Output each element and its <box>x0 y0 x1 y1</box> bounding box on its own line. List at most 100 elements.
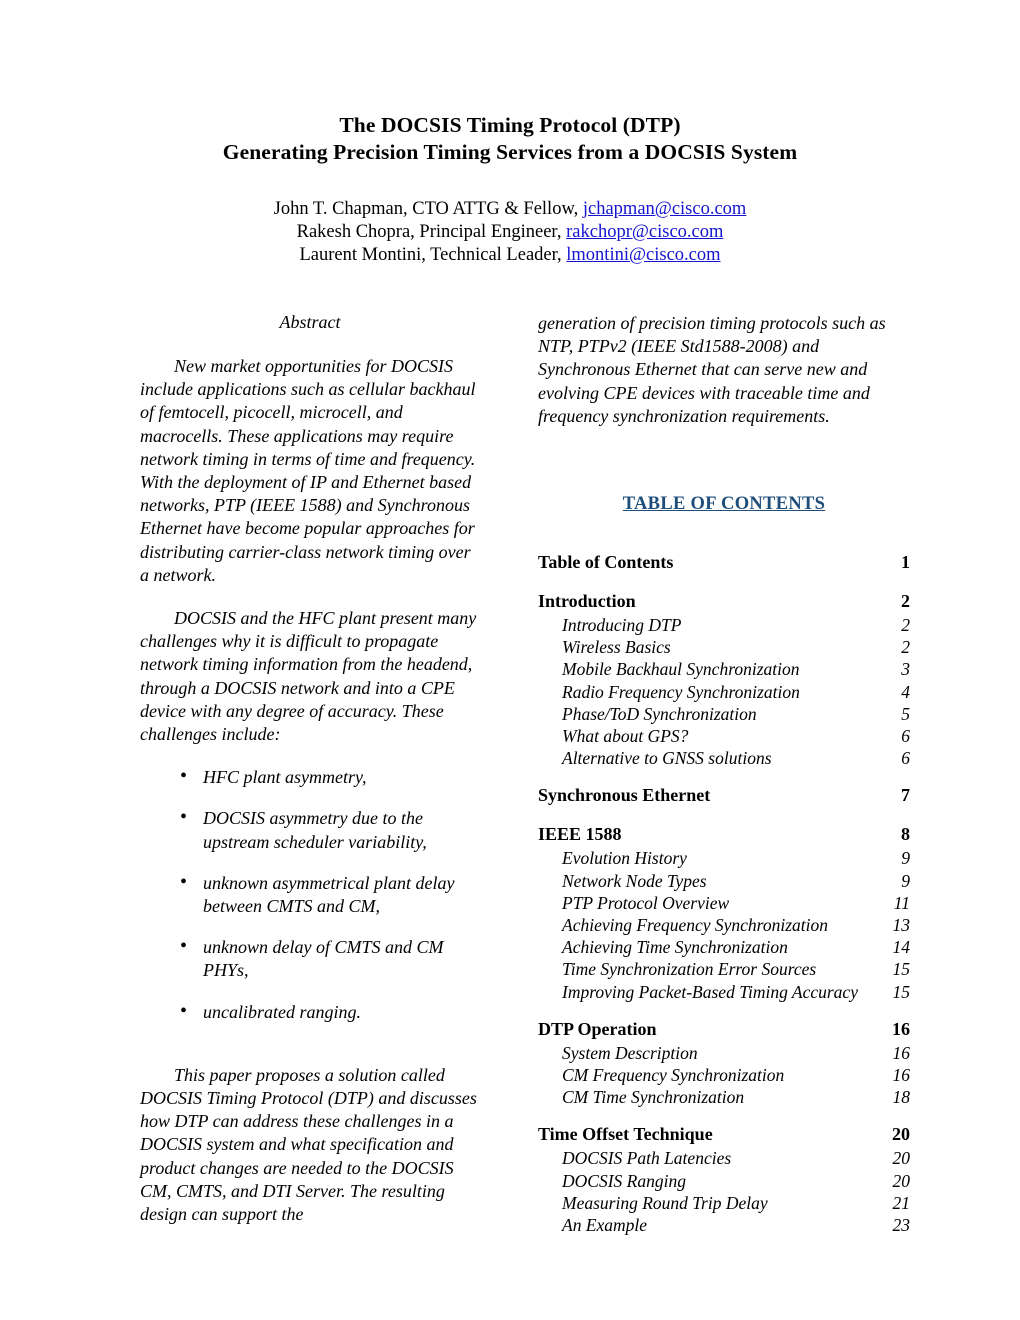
toc-entry-label: What about GPS? <box>562 726 689 747</box>
list-item: • uncalibrated ranging. <box>140 1000 480 1024</box>
toc-entry-level-2[interactable]: Network Node Types 9 <box>538 870 910 892</box>
toc-entry-level-2[interactable]: Time Synchronization Error Sources 15 <box>538 958 910 980</box>
toc-entry-level-1[interactable]: Table of Contents 1 <box>538 549 910 575</box>
toc-entry-level-2[interactable]: Measuring Round Trip Delay 21 <box>538 1192 910 1214</box>
abstract-paragraph-1: New market opportunities for DOCSIS incl… <box>140 356 476 585</box>
toc-entry-level-2[interactable]: What about GPS? 6 <box>538 725 910 747</box>
toc-entry-level-2[interactable]: Improving Packet-Based Timing Accuracy 1… <box>538 981 910 1003</box>
toc-entry-label: Network Node Types <box>562 870 707 891</box>
toc-entry-level-2[interactable]: Phase/ToD Synchronization 5 <box>538 703 910 725</box>
toc-entry-label: Synchronous Ethernet <box>538 785 711 806</box>
toc-entry-page: 9 <box>901 870 910 891</box>
toc-entry-level-2[interactable]: Achieving Time Synchronization 14 <box>538 936 910 958</box>
toc-entry-level-1[interactable]: Introduction 2 <box>538 588 910 614</box>
toc-entry-level-2[interactable]: System Description 16 <box>538 1042 910 1064</box>
toc-entry-page: 4 <box>901 681 910 702</box>
toc-entry-label: Introducing DTP <box>562 615 682 636</box>
toc-entry-label: PTP Protocol Overview <box>562 892 730 913</box>
toc-entry-level-2[interactable]: Wireless Basics 2 <box>538 636 910 658</box>
toc-entry-label: Measuring Round Trip Delay <box>562 1192 768 1213</box>
bullet-icon: • <box>180 935 188 958</box>
toc-entry-label: Achieving Time Synchronization <box>562 937 788 958</box>
toc-entry-page: 2 <box>901 591 910 612</box>
title-line-2: Generating Precision Timing Services fro… <box>222 140 798 164</box>
list-item-label: unknown asymmetrical plant delay between… <box>203 872 455 917</box>
author-email-link[interactable]: jchapman@cisco.com <box>583 199 746 219</box>
toc-entry-label: System Description <box>562 1042 698 1063</box>
toc-entry-level-2[interactable]: CM Time Synchronization 18 <box>538 1086 910 1108</box>
toc-entry-page: 16 <box>892 1065 911 1086</box>
toc-entry-label: An Example <box>562 1215 648 1236</box>
toc-entry-level-2[interactable]: CM Frequency Synchronization 16 <box>538 1064 910 1086</box>
toc-entry-level-1[interactable]: DTP Operation 16 <box>538 1016 910 1042</box>
toc-entry-page: 14 <box>892 937 911 958</box>
toc-entry-label: Wireless Basics <box>562 637 671 658</box>
list-item: • unknown asymmetrical plant delay betwe… <box>140 870 480 918</box>
toc-entry-page: 20 <box>892 1148 911 1169</box>
author-email-link[interactable]: rakchopr@cisco.com <box>566 222 723 242</box>
toc-entry-label: Phase/ToD Synchronization <box>562 703 757 724</box>
toc-entry-level-2[interactable]: Mobile Backhaul Synchronization 3 <box>538 658 910 680</box>
toc-entry-label: DOCSIS Path Latencies <box>562 1148 732 1169</box>
toc-entry-page: 3 <box>901 659 910 680</box>
toc-entry-label: Achieving Frequency Synchronization <box>562 915 828 936</box>
author-email-link[interactable]: lmontini@cisco.com <box>566 245 720 265</box>
toc-entry-level-1[interactable]: Time Offset Technique 20 <box>538 1121 910 1147</box>
toc-entry-level-2[interactable]: DOCSIS Path Latencies 20 <box>538 1147 910 1169</box>
toc-entry-level-2[interactable]: DOCSIS Ranging 20 <box>538 1170 910 1192</box>
list-item: • DOCSIS asymmetry due to the upstream s… <box>140 806 480 853</box>
toc-entry-page: 20 <box>892 1124 910 1145</box>
toc-entry-level-2[interactable]: Achieving Frequency Synchronization 13 <box>538 914 910 936</box>
toc-entry-level-2[interactable]: Alternative to GNSS solutions 6 <box>538 747 910 769</box>
toc-entry-label: DTP Operation <box>538 1018 657 1039</box>
page-title: The DOCSIS Timing Protocol (DTP) Generat… <box>100 112 920 166</box>
toc-entry-level-2[interactable]: Evolution History 9 <box>538 847 910 869</box>
toc-entry-page: 21 <box>892 1192 911 1213</box>
toc-entry-level-2[interactable]: An Example 23 <box>538 1214 910 1236</box>
right-column: generation of precision timing protocols… <box>538 312 910 1236</box>
list-item-label: uncalibrated ranging. <box>203 1001 361 1022</box>
toc-entry-page: 2 <box>901 637 910 658</box>
toc-entry-label: Evolution History <box>562 848 687 869</box>
toc-entry-page: 8 <box>901 824 910 845</box>
toc-entry-label: CM Time Synchronization <box>562 1087 745 1108</box>
toc-entry-page: 16 <box>892 1018 910 1039</box>
toc-entry-page: 6 <box>901 748 910 769</box>
toc-entry-label: Time Synchronization Error Sources <box>562 959 817 980</box>
toc-entry-level-2[interactable]: PTP Protocol Overview 11 <box>538 892 910 914</box>
left-column: Abstract New market opportunities for DO… <box>140 312 480 1246</box>
bullet-icon: • <box>180 806 188 829</box>
table-of-contents-list: Table of Contents 1 Introduction 2 Intro… <box>538 549 910 1236</box>
toc-entry-page: 1 <box>901 552 910 573</box>
list-item-label: HFC plant asymmetry, <box>203 767 367 788</box>
toc-entry-page: 15 <box>892 959 911 980</box>
toc-entry-level-1[interactable]: Synchronous Ethernet 7 <box>538 782 910 808</box>
toc-entry-page: 6 <box>901 726 910 747</box>
toc-entry-level-2[interactable]: Radio Frequency Synchronization 4 <box>538 681 910 703</box>
author-name-role: Rakesh Chopra, Principal Engineer, <box>296 222 567 242</box>
title-line-1: The DOCSIS Timing Protocol (DTP) <box>339 113 681 137</box>
toc-entry-level-1[interactable]: IEEE 1588 8 <box>538 821 910 847</box>
toc-entry-page: 11 <box>893 892 910 913</box>
toc-entry-label: CM Frequency Synchronization <box>562 1065 785 1086</box>
author-entry: John T. Chapman, CTO ATTG & Fellow, jcha… <box>100 198 920 221</box>
list-item-label: DOCSIS asymmetry due to the upstream sch… <box>203 808 427 852</box>
toc-entry-page: 2 <box>901 615 910 636</box>
toc-entry-label: Radio Frequency Synchronization <box>562 681 800 702</box>
toc-entry-label: Introduction <box>538 591 636 612</box>
toc-entry-page: 7 <box>901 785 910 806</box>
abstract-paragraph-3-continued: generation of precision timing protocols… <box>538 313 886 426</box>
abstract-paragraph-2: DOCSIS and the HFC plant present many ch… <box>140 608 477 745</box>
toc-entry-level-2[interactable]: Introducing DTP 2 <box>538 614 910 636</box>
bullet-icon: • <box>180 870 188 893</box>
toc-entry-page: 16 <box>892 1042 911 1063</box>
toc-entry-label: Improving Packet-Based Timing Accuracy <box>562 981 858 1002</box>
toc-entry-label: IEEE 1588 <box>538 824 622 845</box>
toc-entry-page: 15 <box>892 981 911 1002</box>
bullet-icon: • <box>180 765 188 788</box>
abstract-paragraph-3: This paper proposes a solution called DO… <box>140 1064 477 1225</box>
table-of-contents-heading: TABLE OF CONTENTS <box>622 494 826 515</box>
author-entry: Rakesh Chopra, Principal Engineer, rakch… <box>100 221 920 244</box>
author-name-role: John T. Chapman, CTO ATTG & Fellow, <box>273 199 583 219</box>
